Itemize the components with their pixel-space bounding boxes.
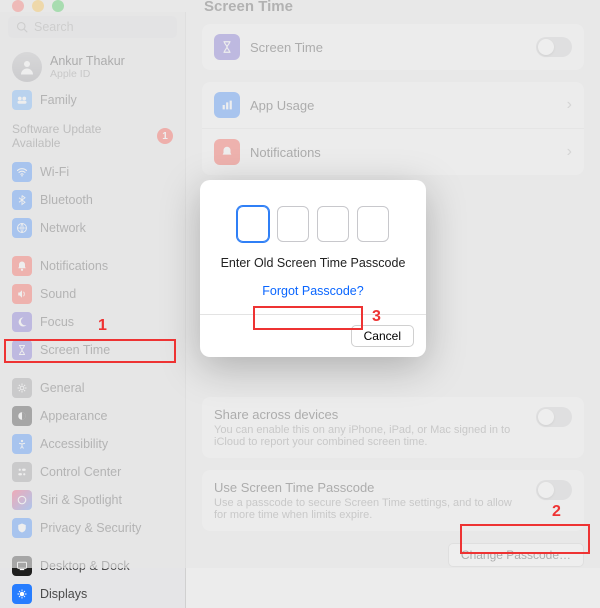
pin-digit-2[interactable]: [277, 206, 309, 242]
sidebar-item-displays[interactable]: Displays: [0, 580, 185, 608]
pin-digit-3[interactable]: [317, 206, 349, 242]
pin-row: [237, 206, 389, 242]
passcode-modal: Enter Old Screen Time Passcode Forgot Pa…: [200, 180, 426, 357]
annotation-number-3: 3: [372, 308, 381, 326]
forgot-passcode-link[interactable]: Forgot Passcode?: [262, 284, 363, 298]
annotation-number-2: 2: [552, 503, 561, 521]
pin-digit-1[interactable]: [237, 206, 269, 242]
pin-digit-4[interactable]: [357, 206, 389, 242]
modal-body: Enter Old Screen Time Passcode Forgot Pa…: [200, 180, 426, 314]
displays-icon: [12, 584, 32, 604]
cancel-button[interactable]: Cancel: [351, 325, 414, 347]
modal-message: Enter Old Screen Time Passcode: [221, 256, 406, 270]
annotation-number-1: 1: [98, 317, 107, 335]
modal-footer: Cancel: [200, 314, 426, 357]
